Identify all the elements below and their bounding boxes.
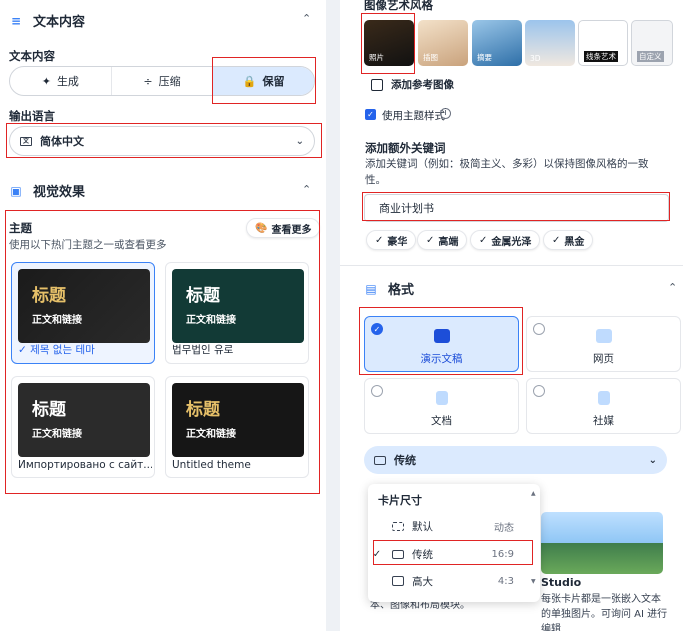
highlight-box bbox=[359, 307, 523, 375]
mode-compress-button[interactable]: ÷ 压缩 bbox=[112, 67, 214, 95]
card-icon bbox=[374, 455, 386, 465]
format-document-option[interactable]: 文档 bbox=[364, 378, 519, 434]
style-label: 3D bbox=[530, 54, 541, 63]
phone-icon bbox=[597, 391, 610, 405]
info-icon[interactable]: i bbox=[440, 108, 451, 119]
format-label: 社媒 bbox=[593, 415, 614, 427]
preview-image bbox=[541, 512, 663, 574]
menu-item-label: 高大 bbox=[412, 575, 433, 588]
use-theme-style-label: 使用主题样式 bbox=[382, 110, 445, 122]
webpage-icon bbox=[595, 329, 612, 343]
chevron-up-icon[interactable]: ⌃ bbox=[302, 183, 311, 196]
text-lines-icon: ≡ bbox=[10, 13, 22, 28]
style-label: 插图 bbox=[423, 53, 438, 62]
compress-icon: ÷ bbox=[143, 74, 153, 88]
mode-generate-label: 生成 bbox=[56, 75, 79, 88]
menu-item-tall[interactable]: 高大 4:3 bbox=[368, 568, 540, 594]
style-abstract-option[interactable]: 摘要 bbox=[472, 20, 522, 66]
add-image-icon bbox=[371, 78, 383, 91]
style-label: 自定义 bbox=[637, 51, 664, 62]
format-social-option[interactable]: 社媒 bbox=[526, 378, 681, 434]
layout-icon: ▤ bbox=[365, 281, 377, 296]
preview-desc: 每张卡片都是一张嵌入文本的单独图片。可询问 AI 进行编辑 bbox=[541, 594, 668, 631]
keyword-pill[interactable]: ✓ 豪华 bbox=[366, 230, 417, 250]
style-lineart-option[interactable]: 线条艺术 bbox=[578, 20, 628, 66]
keyword-pill-label: 金属光泽 bbox=[491, 236, 532, 248]
radio-icon bbox=[371, 385, 383, 397]
menu-title: 卡片尺寸 bbox=[378, 494, 422, 507]
radio-icon bbox=[533, 385, 545, 397]
menu-item-ratio: 动态 bbox=[494, 522, 514, 534]
mode-generate-button[interactable]: ✦ 生成 bbox=[10, 67, 112, 95]
keyword-pill[interactable]: ✓ 金属光泽 bbox=[470, 230, 541, 250]
card-style-dropdown[interactable]: 传统 ⌄ bbox=[364, 446, 667, 474]
preview-card: Studio 每张卡片都是一张嵌入文本的单独图片。可询问 AI 进行编辑 bbox=[535, 512, 669, 631]
check-icon: ✓ bbox=[426, 234, 435, 246]
keyword-pill[interactable]: ✓ 高端 bbox=[417, 230, 468, 250]
style-label: 线条艺术 bbox=[584, 51, 618, 62]
menu-item-label: 默认 bbox=[412, 520, 433, 533]
format-label: 文档 bbox=[431, 415, 452, 427]
style-custom-option[interactable]: 自定义 bbox=[631, 20, 673, 66]
dynamic-size-icon bbox=[392, 521, 404, 531]
divider bbox=[340, 265, 683, 266]
highlight-box bbox=[6, 123, 322, 158]
highlight-box bbox=[361, 13, 415, 74]
keywords-label: 添加额外关键词 bbox=[365, 141, 446, 155]
text-content-title: 文本内容 bbox=[33, 15, 86, 30]
highlight-box bbox=[212, 57, 316, 104]
use-theme-style-checkbox[interactable]: ✓ bbox=[365, 109, 376, 120]
keyword-pill-label: 豪华 bbox=[387, 236, 408, 248]
style-label: 摘要 bbox=[477, 53, 492, 62]
format-label: 网页 bbox=[593, 353, 614, 365]
image-icon: ▣ bbox=[10, 183, 22, 198]
style-illustration-option[interactable]: 插图 bbox=[418, 20, 468, 66]
keywords-desc: 添加关键词（例如：极简主义、多彩）以保持图像风格的一致性。 bbox=[365, 158, 649, 186]
style-3d-option[interactable]: 3D bbox=[525, 20, 575, 66]
highlight-box bbox=[5, 210, 320, 494]
menu-item-ratio: 4:3 bbox=[497, 575, 514, 587]
format-section-header[interactable]: ▤ 格式 bbox=[364, 279, 415, 299]
check-icon: ✓ bbox=[375, 234, 384, 246]
chevron-up-icon[interactable]: ⌃ bbox=[668, 281, 677, 294]
visual-section-header[interactable]: ▣ 视觉效果 bbox=[9, 181, 86, 201]
highlight-box bbox=[362, 192, 670, 221]
preview-title: Studio bbox=[541, 576, 582, 589]
sparkle-icon: ✦ bbox=[41, 74, 51, 88]
keyword-pill-label: 黑金 bbox=[564, 236, 585, 248]
format-webpage-option[interactable]: 网页 bbox=[526, 316, 681, 372]
tall-card-icon bbox=[392, 576, 404, 586]
text-mode-label: 文本内容 bbox=[9, 49, 55, 63]
keyword-pill[interactable]: ✓ 黑金 bbox=[543, 230, 594, 250]
highlight-box bbox=[373, 540, 533, 565]
format-title: 格式 bbox=[388, 283, 415, 298]
radio-icon bbox=[533, 323, 545, 335]
document-icon bbox=[435, 391, 448, 405]
text-content-section-header[interactable]: ≡ 文本内容 bbox=[9, 11, 86, 31]
card-style-value: 传统 bbox=[394, 454, 416, 467]
add-reference-image-button[interactable]: 添加参考图像 bbox=[371, 77, 454, 92]
keyword-pill-label: 高端 bbox=[438, 236, 459, 248]
output-language-label: 输出语言 bbox=[9, 109, 55, 123]
menu-item-default[interactable]: 默认 动态 bbox=[368, 513, 540, 539]
mode-compress-label: 压缩 bbox=[158, 75, 181, 88]
chevron-up-icon[interactable]: ⌃ bbox=[302, 12, 311, 25]
add-reference-label: 添加参考图像 bbox=[391, 79, 454, 91]
check-icon: ✓ bbox=[552, 234, 561, 246]
art-style-label: 图像艺术风格 bbox=[364, 0, 433, 12]
chevron-down-icon: ⌄ bbox=[648, 454, 657, 466]
visual-title: 视觉效果 bbox=[33, 185, 86, 200]
check-icon: ✓ bbox=[479, 234, 488, 246]
